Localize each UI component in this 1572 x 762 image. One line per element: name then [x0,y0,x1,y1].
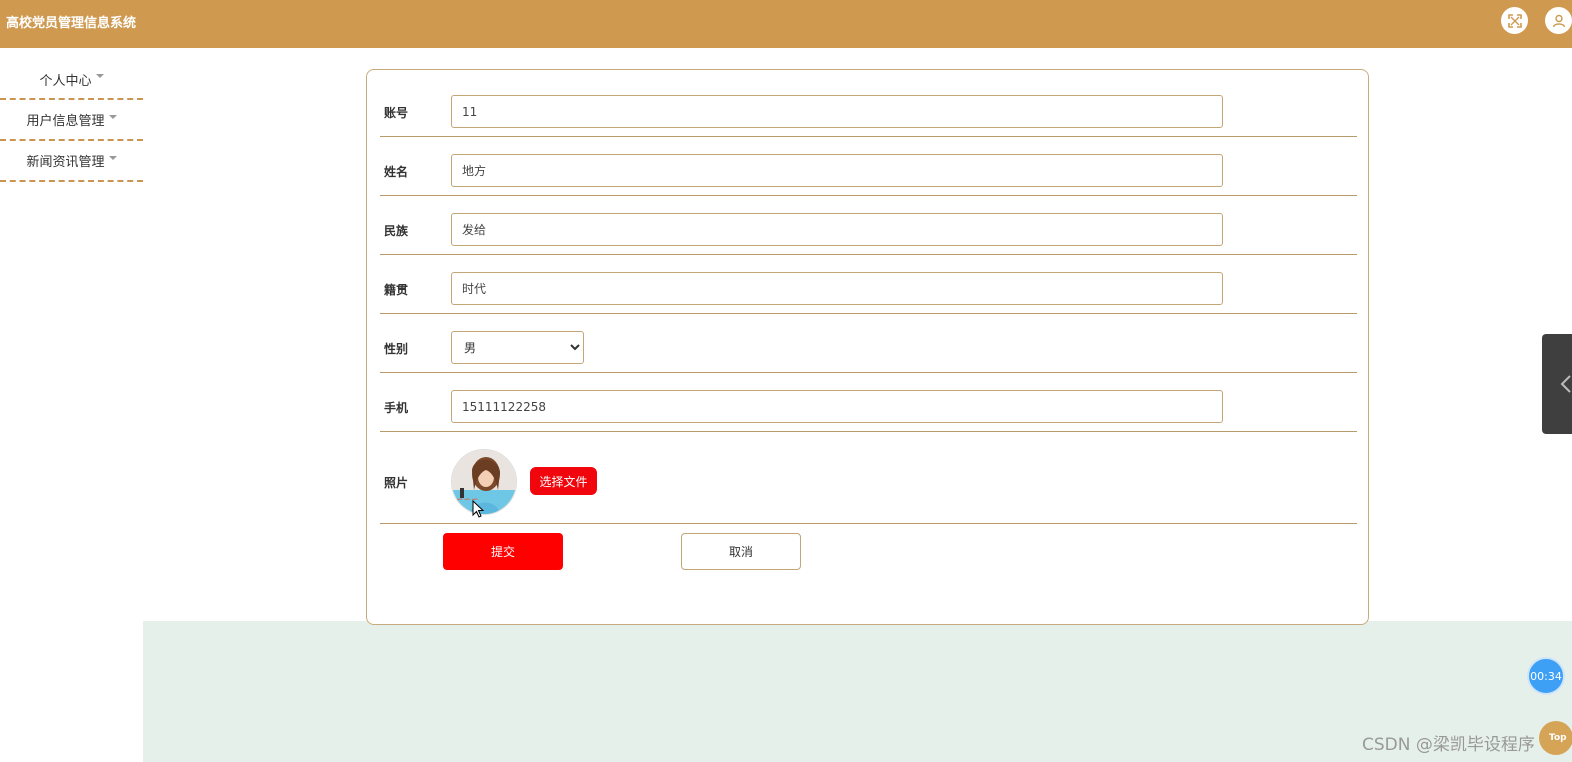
hometown-label: 籍贯 [384,283,409,297]
fullscreen-icon [1507,13,1522,28]
watermark: CSDN @梁凯毕设程序 [1362,735,1535,755]
sidebar-item-label: 用户信息管理 [26,114,105,129]
top-header: 高校党员管理信息系统 [0,0,1572,48]
sidebar-item-label: 个人中心 [39,73,92,89]
submit-button[interactable]: 提交 [443,533,563,570]
sidebar-item-personal-center[interactable]: 个人中心 [0,60,143,100]
chevron-left-icon [1560,375,1571,393]
form-row-phone: 手机 [380,373,1357,432]
sidebar-item-label: 新闻资讯管理 [26,155,105,170]
caret-down-icon [108,114,117,119]
form-row-ethnicity: 民族 [380,196,1357,255]
name-input[interactable] [451,154,1223,187]
back-to-top-button[interactable]: Top [1539,721,1572,755]
account-input[interactable] [451,95,1223,128]
ethnicity-input[interactable] [451,213,1223,246]
profile-form: 账号 姓名 民族 籍贯 性别 男 手机 照片 [366,69,1369,625]
timer-badge[interactable]: 00:34 [1527,657,1565,695]
app-title: 高校党员管理信息系统 [6,16,137,31]
form-row-gender: 性别 男 [380,314,1357,373]
phone-label: 手机 [384,401,409,415]
side-drawer-tab[interactable] [1542,334,1572,434]
name-label: 姓名 [384,165,409,179]
portrait-image: ∽∽∽ [452,450,516,514]
form-row-name: 姓名 [380,137,1357,196]
fullscreen-button[interactable] [1501,7,1528,34]
sidebar-item-news[interactable]: 新闻资讯管理 [0,141,143,182]
caret-down-icon [95,74,104,78]
photo-preview[interactable]: ∽∽∽ [451,449,517,515]
form-row-hometown: 籍贯 [380,255,1357,314]
form-row-photo: 照片 ∽∽∽ 选择文件 [380,432,1357,524]
caret-down-icon [108,155,117,160]
gender-select[interactable]: 男 [451,331,584,364]
cancel-button[interactable]: 取消 [681,533,801,570]
choose-file-button[interactable]: 选择文件 [530,467,597,495]
phone-input[interactable] [451,390,1223,423]
user-menu-button[interactable] [1545,7,1572,34]
sidebar: 个人中心 用户信息管理 新闻资讯管理 [0,60,143,182]
photo-label: 照片 [384,476,409,490]
gender-label: 性别 [384,342,409,356]
hometown-input[interactable] [451,272,1223,305]
account-label: 账号 [384,106,409,120]
footer-area [143,621,1572,762]
form-row-account: 账号 [380,82,1357,137]
sidebar-item-user-info[interactable]: 用户信息管理 [0,100,143,141]
user-icon [1552,14,1565,27]
mouse-cursor-icon [472,500,484,518]
ethnicity-label: 民族 [384,224,409,238]
